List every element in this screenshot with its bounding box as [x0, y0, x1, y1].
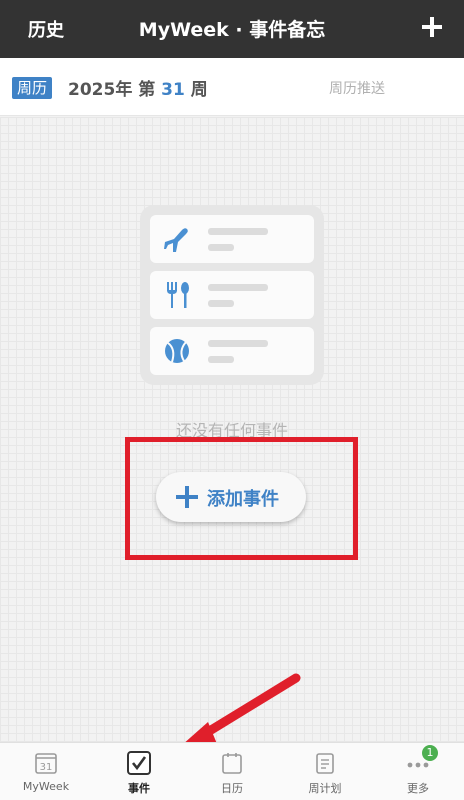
illustration-card	[150, 327, 314, 375]
week-number: 31	[161, 80, 185, 100]
placeholder-line	[208, 228, 268, 235]
illustration-card	[150, 215, 314, 263]
add-event-label: 添加事件	[207, 489, 279, 510]
airplane-icon	[164, 228, 188, 252]
add-event-button[interactable]: 添加事件	[156, 472, 306, 522]
tab-label: 日历	[221, 782, 243, 795]
tab-label: MyWeek	[22, 780, 70, 793]
week-bar: 周历 2025年 第 31 周 周历推送 ON	[0, 58, 464, 158]
tab-more[interactable]: 1 更多	[372, 743, 464, 800]
tab-myweek[interactable]: 31 MyWeek	[0, 743, 92, 800]
placeholder-line	[208, 284, 268, 291]
notification-badge: 1	[422, 745, 438, 761]
plus-icon	[176, 486, 198, 508]
calendar-31-icon: 31	[35, 753, 57, 774]
placeholder-line	[208, 340, 268, 347]
app-title-suffix: · 事件备忘	[228, 19, 326, 41]
week-indicator: 2025年 第 31 周	[68, 75, 208, 100]
tab-label: 更多	[407, 782, 429, 795]
app-title: MyWeek · 事件备忘	[0, 15, 464, 42]
placeholder-line	[208, 356, 234, 363]
calendar-icon	[222, 753, 242, 774]
calendar-icon-number: 31	[40, 762, 53, 773]
tab-calendar[interactable]: 日历	[186, 743, 278, 800]
tab-week-plan[interactable]: 周计划	[279, 743, 371, 800]
placeholder-line	[208, 244, 234, 251]
event-list-area: 还没有任何事件 添加事件	[0, 117, 464, 742]
checkbox-icon	[127, 751, 151, 775]
calendar-chip[interactable]: 周历	[12, 77, 53, 99]
tab-label: 事件	[128, 782, 150, 795]
add-icon[interactable]	[418, 13, 446, 41]
placeholder-line	[208, 300, 234, 307]
illustration-card	[150, 271, 314, 319]
app-title-brand: MyWeek	[138, 19, 229, 41]
tab-events[interactable]: 事件	[93, 743, 185, 800]
year-label: 2025年 第	[68, 80, 156, 100]
utensils-icon	[167, 282, 189, 308]
week-suffix: 周	[190, 80, 208, 100]
app-header: 历史 MyWeek · 事件备忘	[0, 0, 464, 58]
push-label: 周历推送	[329, 81, 385, 97]
bottom-tab-bar: 31 MyWeek 事件 日历 周计划 1 更多	[0, 742, 464, 800]
plan-icon	[316, 753, 334, 774]
empty-illustration	[140, 205, 324, 385]
tab-label: 周计划	[308, 782, 342, 795]
ball-icon	[165, 339, 189, 363]
